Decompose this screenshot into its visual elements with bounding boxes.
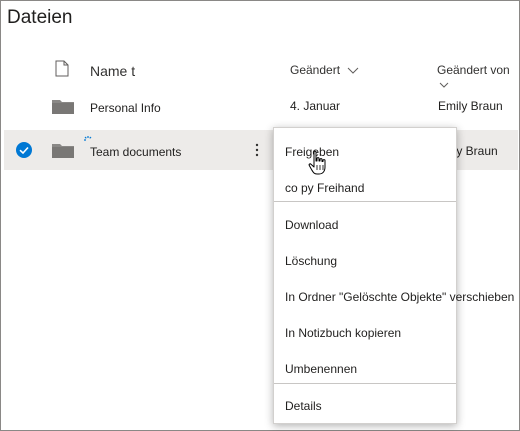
context-menu: Freigeben co py Freihand Download Löschu…: [273, 127, 514, 424]
checkmark-circle-icon[interactable]: [15, 141, 33, 159]
name-column-header[interactable]: Name t: [90, 63, 135, 79]
folder-icon: [52, 98, 74, 114]
chevron-down-icon: [347, 67, 359, 75]
menu-item-delete[interactable]: Löschung: [285, 253, 337, 269]
modified-by-column-label: Geändert von: [437, 63, 510, 77]
menu-divider: [274, 383, 456, 384]
menu-item-details[interactable]: Details: [285, 398, 322, 414]
menu-item-rename[interactable]: Umbenennen: [285, 361, 357, 377]
file-type-header-icon[interactable]: [55, 60, 69, 77]
table-row[interactable]: Personal Info 4. Januar Emily Braun: [4, 87, 518, 127]
page-title: Dateien: [7, 7, 73, 28]
modified-column-header[interactable]: Geändert: [290, 63, 359, 77]
menu-divider: [274, 201, 456, 202]
modified-by-name[interactable]: ily Braun: [451, 143, 498, 159]
modified-by-name[interactable]: Emily Braun: [438, 98, 503, 114]
file-name-link[interactable]: Personal Info: [90, 100, 161, 116]
modified-column-label: Geändert: [290, 63, 341, 77]
modified-date: 4. Januar: [290, 99, 341, 113]
hand-cursor-icon: [308, 150, 328, 176]
file-name-link[interactable]: Team documents: [90, 144, 181, 160]
folder-icon: [52, 142, 74, 158]
menu-item-download[interactable]: Download: [285, 217, 338, 233]
menu-item-copy-to-notebook[interactable]: In Notizbuch kopieren: [285, 325, 401, 341]
more-vertical-icon[interactable]: [254, 142, 260, 158]
menu-item-move-to-deleted[interactable]: In Ordner "Gelöschte Objekte" verschiebe…: [285, 289, 514, 305]
menu-item-copy-ink[interactable]: co py Freihand: [285, 180, 364, 196]
